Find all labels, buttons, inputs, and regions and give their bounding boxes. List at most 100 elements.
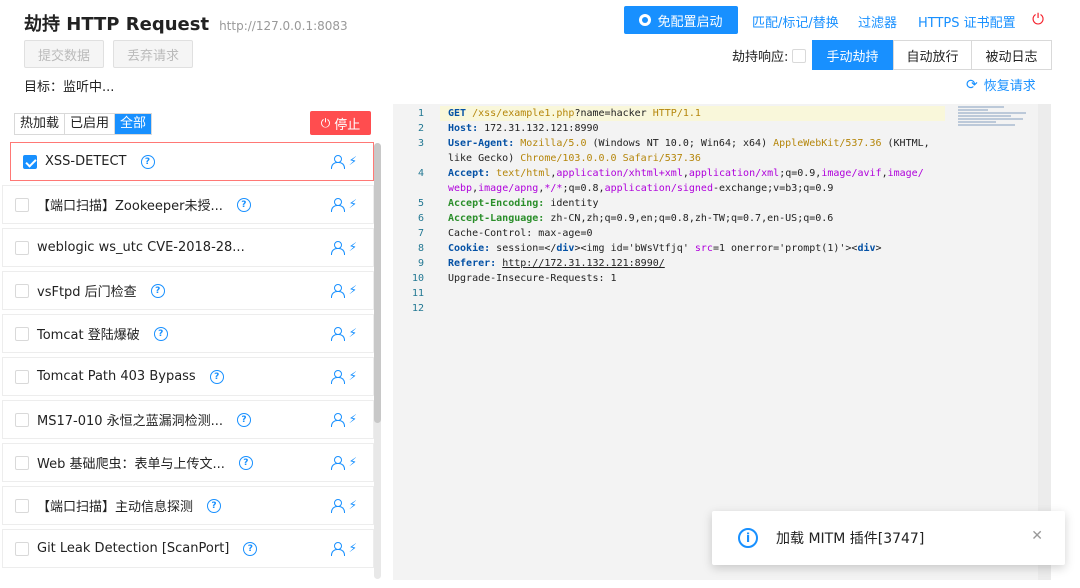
code-line: Accept-Encoding: identity: [448, 198, 599, 209]
plugin-checkbox[interactable]: [15, 369, 29, 384]
user-icon[interactable]: [330, 456, 345, 470]
power-icon: ⏻: [320, 115, 331, 130]
submit-data-button[interactable]: 提交数据: [24, 40, 104, 68]
list-item[interactable]: Git Leak Detection [ScanPort] ? ⚡: [2, 529, 374, 568]
list-item[interactable]: vsFtpd 后门检查 ? ⚡: [2, 271, 374, 310]
user-icon[interactable]: [330, 413, 345, 427]
code-line: GET /xss/example1.php?name=hacker HTTP/1…: [448, 108, 701, 119]
user-icon[interactable]: [330, 241, 345, 255]
plugin-checkbox[interactable]: [15, 240, 29, 255]
code-line: Cache-Control: max-age=0: [448, 228, 593, 239]
bolt-icon[interactable]: ⚡: [349, 499, 357, 512]
plugin-name: 【端口扫描】主动信息探测: [37, 500, 194, 515]
plugin-checkbox[interactable]: [15, 326, 29, 341]
line-number: 1: [417, 108, 424, 119]
help-icon[interactable]: ?: [150, 283, 165, 298]
plugin-list[interactable]: XSS-DETECT ? ⚡ 【端口扫描】Zookeeper未授... ? ⚡ …: [0, 140, 384, 584]
line-number: 10: [411, 273, 424, 284]
help-icon[interactable]: ?: [209, 369, 224, 384]
code-line: Accept: text/html,application/xhtml+xml,…: [448, 168, 924, 179]
hijack-response-toggle[interactable]: 劫持响应:: [732, 46, 807, 65]
discard-request-button[interactable]: 丢弃请求: [113, 40, 193, 68]
plugin-name: XSS-DETECT: [45, 154, 127, 169]
plugin-list-scrollbar[interactable]: [374, 143, 381, 579]
bolt-icon[interactable]: ⚡: [349, 327, 357, 340]
plugin-checkbox[interactable]: [15, 498, 29, 513]
help-icon[interactable]: ?: [236, 197, 251, 212]
scrollbar-thumb[interactable]: [374, 143, 381, 423]
list-item[interactable]: Tomcat Path 403 Bypass ? ⚡: [2, 357, 374, 396]
line-number: 8: [417, 243, 424, 254]
plugin-name: Tomcat Path 403 Bypass: [37, 369, 196, 384]
user-icon[interactable]: [330, 499, 345, 513]
help-icon[interactable]: ?: [237, 412, 252, 427]
code-line: Host: 172.31.132.121:8990: [448, 123, 599, 134]
user-icon[interactable]: [330, 198, 345, 212]
user-icon[interactable]: [330, 284, 345, 298]
bolt-icon[interactable]: ⚡: [349, 241, 357, 254]
user-icon[interactable]: [330, 370, 345, 384]
close-icon[interactable]: ✕: [1031, 528, 1043, 544]
bolt-icon[interactable]: ⚡: [349, 456, 357, 469]
user-icon[interactable]: [330, 155, 345, 169]
line-number: 11: [411, 288, 424, 299]
code-line: like Gecko) Chrome/103.0.0.0 Safari/537.…: [448, 153, 701, 164]
stop-button[interactable]: ⏻ 停止: [310, 111, 371, 135]
line-number: 6: [417, 213, 424, 224]
plugin-checkbox[interactable]: [15, 283, 29, 298]
tab-enabled[interactable]: 已启用: [65, 114, 116, 134]
bolt-icon[interactable]: ⚡: [349, 542, 357, 555]
list-item[interactable]: MS17-010 永恒之蓝漏洞检测... ? ⚡: [2, 400, 374, 439]
help-icon[interactable]: ?: [238, 455, 253, 470]
help-icon[interactable]: ?: [140, 154, 155, 169]
header-title-row: 劫持 HTTP Request http://127.0.0.1:8083: [24, 10, 348, 36]
line-number: 4: [417, 168, 424, 179]
help-icon[interactable]: ?: [207, 498, 222, 513]
filter-link[interactable]: 过滤器: [858, 12, 897, 31]
request-editor[interactable]: 1 GET /xss/example1.php?name=hacker HTTP…: [393, 104, 1051, 580]
mode-passive-log[interactable]: 被动日志: [971, 40, 1052, 70]
plugin-checkbox[interactable]: [15, 197, 29, 212]
plugin-checkbox[interactable]: [15, 455, 29, 470]
match-replace-link[interactable]: 匹配/标记/替换: [752, 12, 839, 31]
notification-toast: i 加载 MITM 插件[3747] ✕: [712, 511, 1065, 565]
plugin-checkbox[interactable]: [23, 154, 37, 169]
hijack-response-checkbox[interactable]: [792, 48, 807, 63]
bolt-icon[interactable]: ⚡: [349, 284, 357, 297]
bolt-icon[interactable]: ⚡: [349, 198, 357, 211]
tab-hot-reload[interactable]: 热加载: [15, 114, 66, 134]
editor-scrollbar[interactable]: [1038, 104, 1051, 580]
mode-auto-release[interactable]: 自动放行: [893, 40, 972, 70]
plugin-name: Tomcat 登陆爆破: [37, 328, 140, 343]
code-line: Referer: http://172.31.132.121:8990/: [448, 258, 665, 269]
user-icon[interactable]: [330, 327, 345, 341]
code-line: webp,image/apng,*/*;q=0.8,application/si…: [448, 183, 834, 194]
editor-minimap[interactable]: [958, 106, 1034, 130]
help-icon[interactable]: ?: [153, 326, 168, 341]
list-item[interactable]: weblogic ws_utc CVE-2018-28... ⚡: [2, 228, 374, 267]
code-line: User-Agent: Mozilla/5.0 (Windows NT 10.0…: [448, 138, 930, 149]
list-item[interactable]: Tomcat 登陆爆破 ? ⚡: [2, 314, 374, 353]
plugin-checkbox[interactable]: [15, 541, 29, 556]
plugin-name: 【端口扫描】Zookeeper未授...: [37, 199, 223, 214]
https-cert-link[interactable]: HTTPS 证书配置: [918, 12, 1016, 31]
mode-manual-hijack[interactable]: 手动劫持: [812, 40, 893, 70]
list-item[interactable]: XSS-DETECT ? ⚡: [10, 142, 374, 181]
tab-all[interactable]: 全部: [115, 114, 152, 134]
plugin-name: Web 基础爬虫：表单与上传文...: [37, 457, 225, 472]
list-item[interactable]: 【端口扫描】主动信息探测 ? ⚡: [2, 486, 374, 525]
user-icon[interactable]: [330, 542, 345, 556]
bolt-icon[interactable]: ⚡: [349, 155, 357, 168]
power-icon[interactable]: ⏻: [1030, 11, 1046, 27]
list-item[interactable]: Web 基础爬虫：表单与上传文... ? ⚡: [2, 443, 374, 482]
plugin-checkbox[interactable]: [15, 412, 29, 427]
quick-launch-button[interactable]: 免配置启动: [624, 6, 738, 34]
bolt-icon[interactable]: ⚡: [349, 370, 357, 383]
list-item[interactable]: 【端口扫描】Zookeeper未授... ? ⚡: [2, 185, 374, 224]
restore-request-button[interactable]: ⟳ 恢复请求: [966, 75, 1036, 95]
help-icon[interactable]: ?: [243, 541, 258, 556]
line-number: 9: [417, 258, 424, 269]
bolt-icon[interactable]: ⚡: [349, 413, 357, 426]
plugin-name: Git Leak Detection [ScanPort]: [37, 541, 230, 556]
plugin-filter-tabs: 热加载 已启用 全部: [14, 113, 153, 135]
